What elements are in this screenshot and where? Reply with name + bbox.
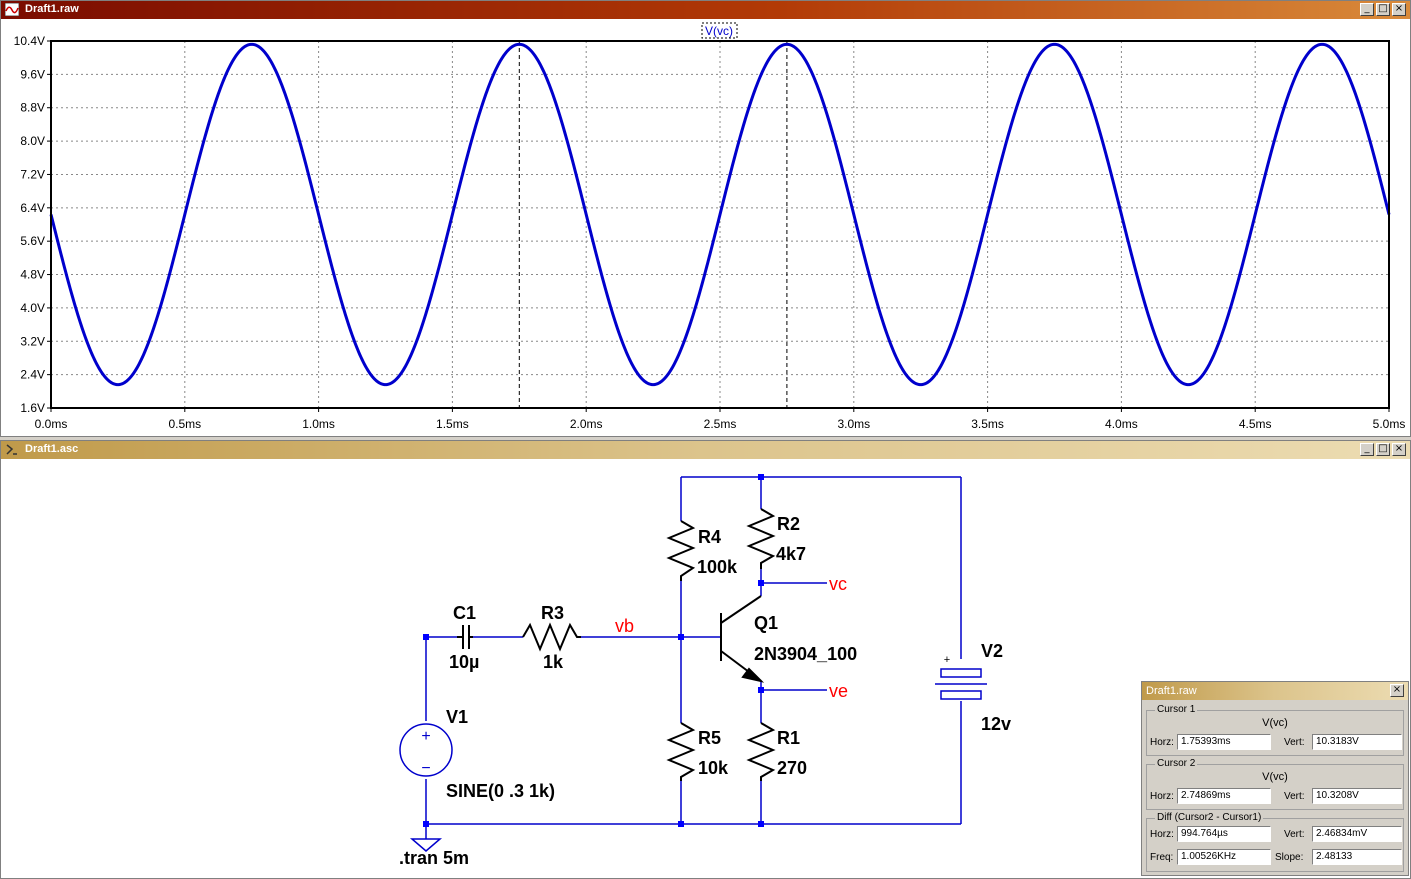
label-q1: Q1	[754, 613, 778, 633]
capacitor-c1[interactable]	[457, 625, 473, 649]
voltage-source-v1[interactable]: + −	[399, 723, 453, 777]
close-icon[interactable]: ×	[1392, 443, 1406, 456]
cursor-panel[interactable]: Draft1.raw × Cursor 1 V(vc) Horz: 1.7539…	[1141, 681, 1409, 876]
waveform-title: Draft1.raw	[25, 3, 79, 15]
model-q1: 2N3904_100	[754, 644, 857, 664]
net-label-ve[interactable]: ve	[829, 681, 848, 701]
resistor-r4[interactable]	[666, 520, 696, 581]
trace-label[interactable]: V(vc)	[705, 24, 733, 38]
diff-freq-field[interactable]: 1.00526KHz	[1177, 849, 1271, 865]
y-tick-label: 7.2V	[20, 167, 45, 181]
diff-group: Diff (Cursor2 - Cursor1) Horz: 994.764µs…	[1146, 812, 1404, 872]
y-tick-label: 9.6V	[20, 67, 45, 81]
label-r5: R5	[698, 728, 721, 748]
diff-horz-field[interactable]: 994.764µs	[1177, 826, 1271, 842]
battery-v2[interactable]	[935, 668, 987, 700]
x-tick-label: 4.0ms	[1105, 417, 1138, 431]
cursor-panel-title: Draft1.raw	[1146, 685, 1197, 697]
net-label-vb[interactable]: vb	[615, 616, 634, 636]
value-v1: SINE(0 .3 1k)	[446, 781, 555, 801]
label-r2: R2	[777, 514, 800, 534]
cursor1-trace: V(vc)	[1262, 717, 1288, 729]
cursor-panel-titlebar[interactable]: Draft1.raw ×	[1142, 682, 1408, 700]
label-r1: R1	[777, 728, 800, 748]
svg-text:+: +	[421, 728, 430, 745]
y-tick-label: 2.4V	[20, 368, 45, 382]
cursor1-vert-field[interactable]: 10.3183V	[1312, 734, 1402, 750]
y-tick-label: 4.0V	[20, 301, 45, 315]
waveform-plot[interactable]: 10.4V 9.6V 8.8V 8.0V 7.2V 6.4V 5.6V 4.8V 4.0V 3.2…	[1, 19, 1410, 436]
value-r2: 4k7	[776, 544, 806, 564]
x-tick-label: 1.5ms	[436, 417, 469, 431]
label-v1: V1	[446, 707, 468, 727]
value-c1: 10µ	[449, 652, 479, 672]
value-r3: 1k	[543, 652, 564, 672]
cursor2-vert-field[interactable]: 10.3208V	[1312, 788, 1402, 804]
waveform-app-icon	[5, 3, 19, 16]
resistor-r2[interactable]	[746, 508, 776, 569]
cursor2-trace: V(vc)	[1262, 771, 1288, 783]
x-tick-label: 4.5ms	[1239, 417, 1272, 431]
waveform-titlebar[interactable]: Draft1.raw _ □ ×	[1, 1, 1410, 19]
cursor1-group: Cursor 1 V(vc) Horz: 1.75393ms Vert: 10.…	[1146, 704, 1404, 756]
schematic-title: Draft1.asc	[25, 443, 79, 455]
y-tick-label: 1.6V	[20, 401, 45, 415]
svg-text:−: −	[421, 760, 430, 777]
resistor-r5[interactable]	[666, 722, 696, 781]
x-tick-label: 5.0ms	[1373, 417, 1406, 431]
value-r1: 270	[777, 758, 807, 778]
x-tick-label: 3.5ms	[971, 417, 1004, 431]
cursor2-horz-field[interactable]: 2.74869ms	[1177, 788, 1271, 804]
y-tick-label: 3.2V	[20, 334, 45, 348]
plot-grid	[51, 41, 1389, 408]
x-tick-label: 0.0ms	[35, 417, 68, 431]
maximize-icon[interactable]: □	[1376, 443, 1390, 456]
x-tick-label: 1.0ms	[302, 417, 335, 431]
tran-directive[interactable]: .tran 5m	[399, 848, 469, 868]
x-tick-label: 0.5ms	[168, 417, 201, 431]
label-v2: V2	[981, 641, 1003, 661]
y-tick-label: 6.4V	[20, 201, 45, 215]
value-v2: 12v	[981, 714, 1011, 734]
minimize-icon[interactable]: _	[1360, 443, 1374, 456]
waveform-window[interactable]: Draft1.raw _ □ × 10.4V 9.6V 8.8V 8.0V 7.2V 6.…	[0, 0, 1411, 437]
plot-cursors[interactable]	[518, 41, 788, 408]
diff-vert-field[interactable]: 2.46834mV	[1312, 826, 1402, 842]
battery-plus: +	[944, 654, 950, 666]
label-r3: R3	[541, 603, 564, 623]
net-label-vc[interactable]: vc	[829, 574, 847, 594]
x-tick-label: 2.5ms	[704, 417, 737, 431]
y-axis-ticks: 10.4V 9.6V 8.8V 8.0V 7.2V 6.4V 5.6V 4.8V 4.0V 3.2…	[14, 34, 51, 415]
resistor-r1[interactable]	[746, 722, 776, 781]
resistor-r3[interactable]	[522, 622, 581, 652]
trace-vc	[49, 42, 1391, 387]
diff-slope-field[interactable]: 2.48133	[1312, 849, 1402, 865]
maximize-icon[interactable]: □	[1376, 3, 1390, 16]
x-tick-label: 3.0ms	[837, 417, 870, 431]
y-tick-label: 8.8V	[20, 101, 45, 115]
y-tick-label: 8.0V	[20, 134, 45, 148]
value-r5: 10k	[698, 758, 729, 778]
y-tick-label: 10.4V	[14, 34, 45, 48]
x-axis-ticks: 0.0ms 0.5ms 1.0ms 1.5ms 2.0ms 2.5ms 3.0ms 3.5ms…	[35, 408, 1406, 431]
close-icon[interactable]: ×	[1390, 684, 1404, 697]
schematic-app-icon	[6, 444, 17, 455]
y-tick-label: 4.8V	[20, 268, 45, 282]
close-icon[interactable]: ×	[1392, 3, 1406, 16]
y-tick-label: 5.6V	[20, 234, 45, 248]
cursor1-horz-field[interactable]: 1.75393ms	[1177, 734, 1271, 750]
x-tick-label: 2.0ms	[570, 417, 603, 431]
label-c1: C1	[453, 603, 476, 623]
schematic-titlebar[interactable]: Draft1.asc _ □ ×	[1, 441, 1410, 459]
transistor-q1[interactable]	[720, 595, 765, 683]
minimize-icon[interactable]: _	[1360, 3, 1374, 16]
label-r4: R4	[698, 527, 721, 547]
value-r4: 100k	[697, 557, 738, 577]
cursor2-group: Cursor 2 V(vc) Horz: 2.74869ms Vert: 10.…	[1146, 758, 1404, 810]
